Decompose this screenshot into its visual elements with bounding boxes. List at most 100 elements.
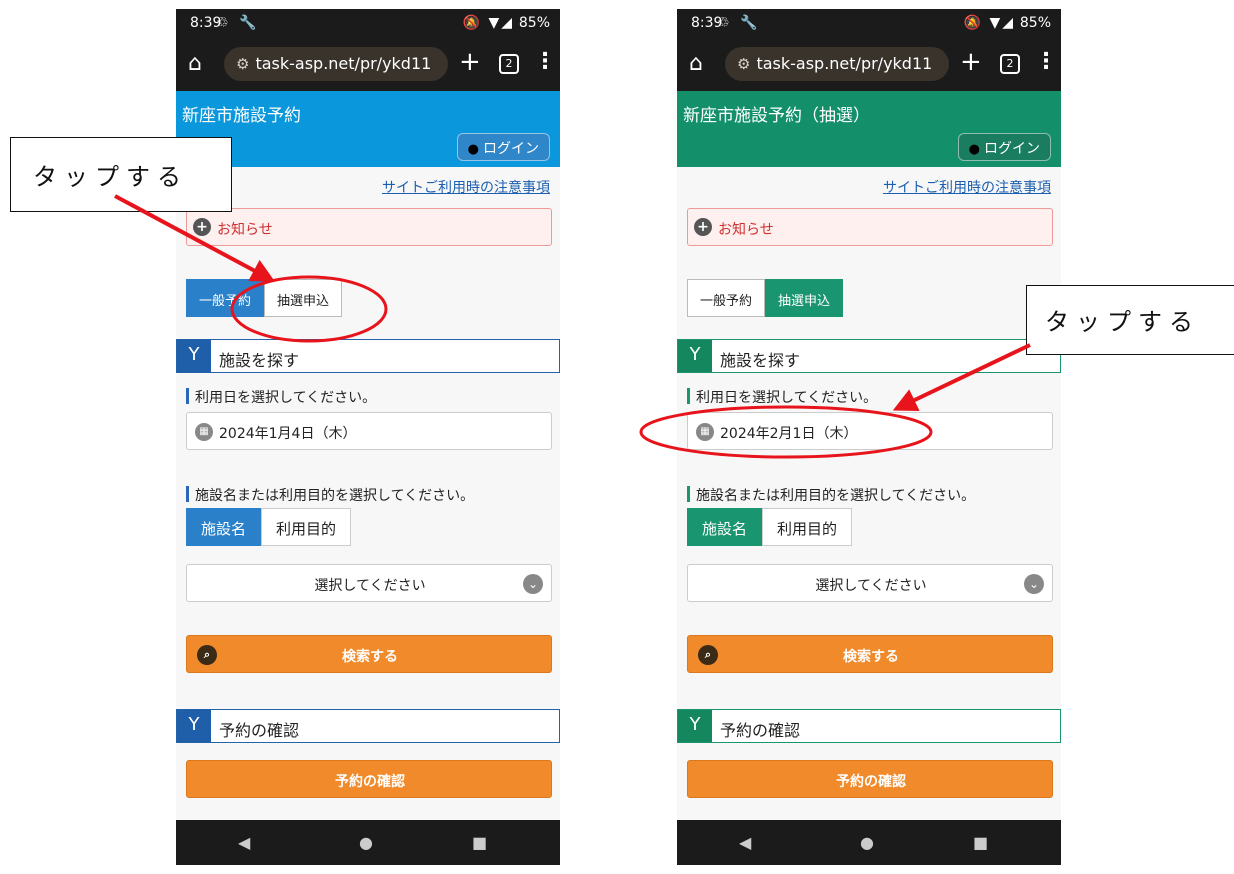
facility-select[interactable]: 選択してください ⌄ bbox=[687, 564, 1053, 602]
chevron-down-icon: ⌄ bbox=[1024, 574, 1044, 594]
android-nav-bar: ◀ ● ■ bbox=[677, 820, 1061, 865]
facility-label: 施設名または利用目的を選択してください。 bbox=[687, 485, 975, 505]
confirm-button-label: 予約の確認 bbox=[836, 774, 906, 790]
calendar-icon: ▦ bbox=[696, 423, 714, 441]
nav-back-icon[interactable]: ◀ bbox=[739, 833, 751, 852]
site-settings-icon[interactable]: ⚙ bbox=[236, 55, 249, 73]
tab-facility-name[interactable]: 施設名 bbox=[687, 508, 763, 546]
antenna-icon: Y bbox=[678, 340, 712, 372]
chevron-down-icon: ⌄ bbox=[523, 574, 543, 594]
calendar-icon: ▦ bbox=[195, 423, 213, 441]
usage-notice-link[interactable]: サイトご利用時の注意事項 bbox=[883, 177, 1051, 197]
search-button[interactable]: ⌕ 検索する bbox=[687, 635, 1053, 673]
confirm-button-label: 予約の確認 bbox=[335, 774, 405, 790]
facility-mode-tabs: 施設名 利用目的 bbox=[186, 508, 352, 546]
tab-usage-purpose[interactable]: 利用目的 bbox=[762, 508, 853, 546]
tab-lottery-application[interactable]: 抽選申込 bbox=[765, 279, 844, 317]
usage-notice-link[interactable]: サイトご利用時の注意事項 bbox=[382, 177, 550, 197]
login-label: ログイン bbox=[984, 141, 1040, 157]
section-title-confirm: 予約の確認 bbox=[219, 721, 300, 740]
date-value: 2024年2月1日（木） bbox=[720, 426, 858, 442]
status-bar: 8:39 ♲ 🔧 🔕 ▼◢ 85% bbox=[677, 9, 1061, 37]
search-button-label: 検索する bbox=[342, 649, 398, 665]
more-menu-icon[interactable]: ⋮ bbox=[534, 49, 556, 74]
antenna-icon: Y bbox=[678, 710, 712, 742]
battery-level: 85% bbox=[518, 15, 550, 31]
nav-back-icon[interactable]: ◀ bbox=[238, 833, 250, 852]
site-header: 新座市施設予約 ● ログイン bbox=[176, 91, 560, 167]
tab-lottery-application[interactable]: 抽選申込 bbox=[264, 279, 343, 317]
tab-usage-purpose[interactable]: 利用目的 bbox=[261, 508, 352, 546]
confirm-reservation-button[interactable]: 予約の確認 bbox=[687, 760, 1053, 798]
section-header-confirm: Y 予約の確認 bbox=[677, 709, 1061, 743]
facility-select[interactable]: 選択してください ⌄ bbox=[186, 564, 552, 602]
tab-general-reservation[interactable]: 一般予約 bbox=[687, 279, 766, 317]
section-title-search: 施設を探す bbox=[219, 351, 300, 370]
nav-recents-icon[interactable]: ■ bbox=[973, 833, 988, 852]
home-icon[interactable]: ⌂ bbox=[188, 51, 202, 76]
home-icon[interactable]: ⌂ bbox=[689, 51, 703, 76]
callout-tap-date-picker: タップする bbox=[1026, 285, 1234, 355]
status-notification-icons: ♲ 🔧 bbox=[216, 15, 260, 31]
site-settings-icon[interactable]: ⚙ bbox=[737, 55, 750, 73]
news-label: お知らせ bbox=[217, 222, 273, 238]
tab-general-reservation[interactable]: 一般予約 bbox=[186, 279, 265, 317]
site-header: 新座市施設予約（抽選） ● ログイン bbox=[677, 91, 1061, 167]
status-notification-icons: ♲ 🔧 bbox=[717, 15, 761, 31]
section-title-search: 施設を探す bbox=[720, 351, 801, 370]
facility-select-value: 選択してください bbox=[314, 578, 426, 594]
section-header-search: Y 施設を探す bbox=[677, 339, 1061, 373]
tab-facility-name[interactable]: 施設名 bbox=[186, 508, 262, 546]
reservation-mode-tabs: 一般予約 抽選申込 bbox=[687, 279, 844, 317]
reservation-mode-tabs: 一般予約 抽選申込 bbox=[186, 279, 343, 317]
expand-plus-icon: + bbox=[694, 218, 712, 236]
login-label: ログイン bbox=[483, 141, 539, 157]
more-menu-icon[interactable]: ⋮ bbox=[1035, 49, 1057, 74]
browser-toolbar: ⌂ ⚙ task-asp.net/pr/ykd11 + 2 ⋮ bbox=[677, 37, 1061, 91]
nav-home-icon[interactable]: ● bbox=[359, 833, 373, 852]
person-icon: ● bbox=[968, 142, 980, 157]
status-signal-icons: 🔕 ▼◢ bbox=[963, 15, 1015, 31]
person-icon: ● bbox=[467, 142, 479, 157]
section-title-confirm: 予約の確認 bbox=[720, 721, 801, 740]
battery-level: 85% bbox=[1019, 15, 1051, 31]
date-value: 2024年1月4日（木） bbox=[219, 426, 357, 442]
url-text: task-asp.net/pr/ykd11 bbox=[255, 54, 432, 73]
antenna-icon: Y bbox=[177, 710, 211, 742]
url-text: task-asp.net/pr/ykd11 bbox=[756, 54, 933, 73]
section-header-confirm: Y 予約の確認 bbox=[176, 709, 560, 743]
expand-plus-icon: + bbox=[193, 218, 211, 236]
site-title: 新座市施設予約 bbox=[182, 106, 301, 126]
date-picker[interactable]: ▦ 2024年2月1日（木） bbox=[687, 412, 1053, 450]
new-tab-icon[interactable]: + bbox=[459, 47, 481, 77]
date-label: 利用日を選択してください。 bbox=[186, 387, 376, 407]
news-label: お知らせ bbox=[718, 222, 774, 238]
callout-tap-lottery-tab: タップする bbox=[10, 137, 232, 212]
new-tab-icon[interactable]: + bbox=[960, 47, 982, 77]
section-header-search: Y 施設を探す bbox=[176, 339, 560, 373]
android-nav-bar: ◀ ● ■ bbox=[176, 820, 560, 865]
date-picker[interactable]: ▦ 2024年1月4日（木） bbox=[186, 412, 552, 450]
facility-select-value: 選択してください bbox=[815, 578, 927, 594]
address-bar[interactable]: ⚙ task-asp.net/pr/ykd11 bbox=[725, 47, 949, 81]
search-button[interactable]: ⌕ 検索する bbox=[186, 635, 552, 673]
status-bar: 8:39 ♲ 🔧 🔕 ▼◢ 85% bbox=[176, 9, 560, 37]
site-title: 新座市施設予約（抽選） bbox=[683, 106, 870, 126]
facility-label: 施設名または利用目的を選択してください。 bbox=[186, 485, 474, 505]
date-label: 利用日を選択してください。 bbox=[687, 387, 877, 407]
login-button[interactable]: ● ログイン bbox=[957, 133, 1051, 161]
tab-count-button[interactable]: 2 bbox=[499, 54, 519, 74]
browser-toolbar: ⌂ ⚙ task-asp.net/pr/ykd11 + 2 ⋮ bbox=[176, 37, 560, 91]
login-button[interactable]: ● ログイン bbox=[456, 133, 550, 161]
nav-recents-icon[interactable]: ■ bbox=[472, 833, 487, 852]
phone-screen-lottery: 8:39 ♲ 🔧 🔕 ▼◢ 85% ⌂ ⚙ task-asp.net/pr/ykd… bbox=[677, 9, 1061, 865]
tab-count-button[interactable]: 2 bbox=[1000, 54, 1020, 74]
news-panel[interactable]: + お知らせ bbox=[687, 208, 1053, 246]
facility-mode-tabs: 施設名 利用目的 bbox=[687, 508, 853, 546]
address-bar[interactable]: ⚙ task-asp.net/pr/ykd11 bbox=[224, 47, 448, 81]
search-button-label: 検索する bbox=[843, 649, 899, 665]
news-panel[interactable]: + お知らせ bbox=[186, 208, 552, 246]
status-signal-icons: 🔕 ▼◢ bbox=[462, 15, 514, 31]
confirm-reservation-button[interactable]: 予約の確認 bbox=[186, 760, 552, 798]
nav-home-icon[interactable]: ● bbox=[860, 833, 874, 852]
